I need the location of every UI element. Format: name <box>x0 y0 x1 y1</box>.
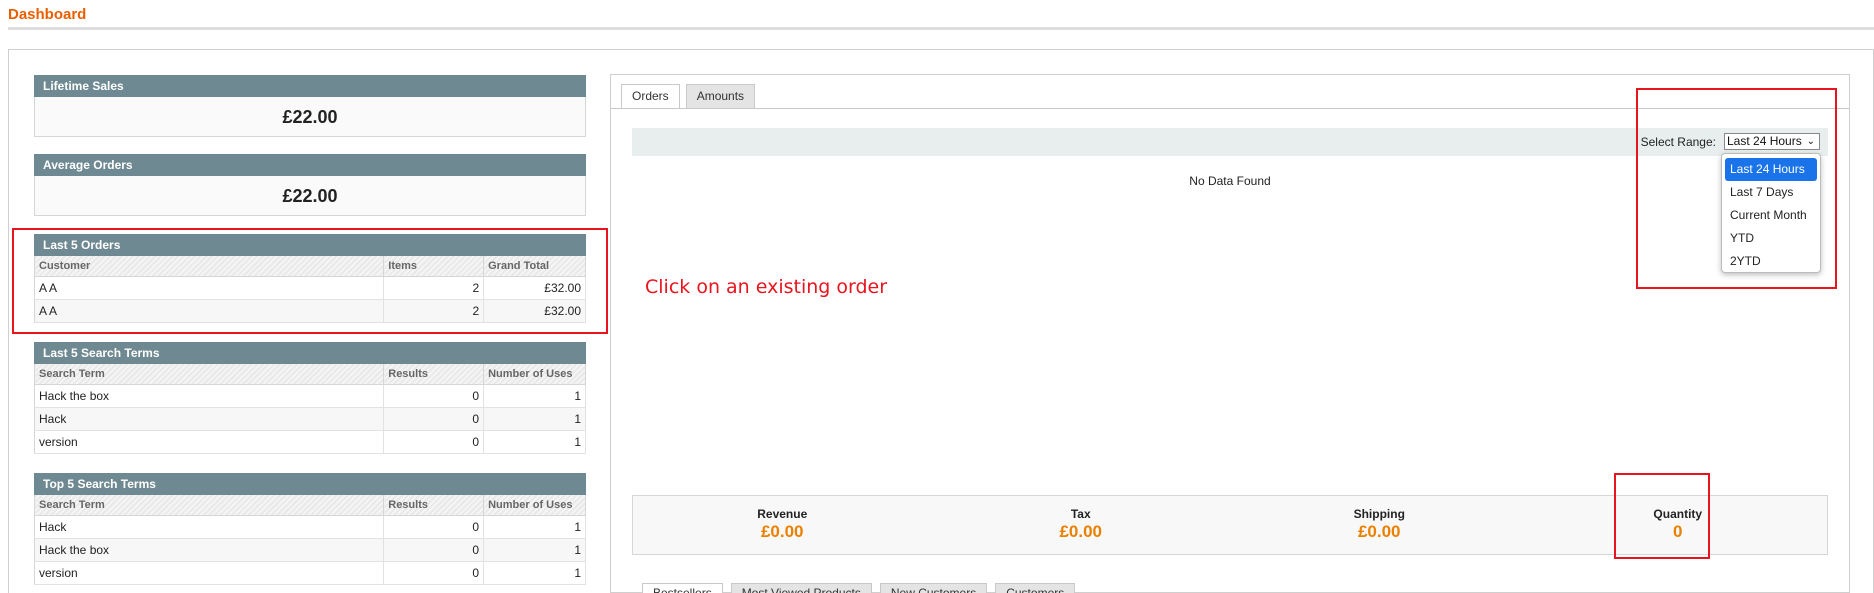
column-header-results[interactable]: Results <box>383 495 485 516</box>
chart-tabs: Orders Amounts <box>621 84 756 109</box>
search-row[interactable]: Hack 0 1 <box>34 515 586 539</box>
column-header-search-term[interactable]: Search Term <box>34 364 385 385</box>
total-revenue-label: Revenue <box>757 507 808 521</box>
average-orders-value: £22.00 <box>34 176 586 216</box>
search-uses: 1 <box>483 561 586 585</box>
tab-amounts[interactable]: Amounts <box>685 84 756 108</box>
search-uses: 1 <box>483 430 586 454</box>
search-term[interactable]: version <box>34 561 385 585</box>
annotation-text: Click on an existing order <box>645 276 888 298</box>
search-row[interactable]: Hack the box 0 1 <box>34 538 586 562</box>
average-orders-header: Average Orders <box>34 154 586 176</box>
tab-orders[interactable]: Orders <box>621 84 680 109</box>
column-header-results[interactable]: Results <box>383 364 485 385</box>
search-term[interactable]: Hack <box>34 515 385 539</box>
page-title: Dashboard <box>8 6 87 23</box>
tab-most-viewed-products[interactable]: Most Viewed Products <box>730 583 872 593</box>
search-term[interactable]: Hack the box <box>34 538 385 562</box>
tab-new-customers[interactable]: New Customers <box>879 583 988 593</box>
lifetime-sales-block: Lifetime Sales £22.00 <box>34 75 586 137</box>
total-shipping-value: £0.00 <box>1357 522 1401 541</box>
search-term[interactable]: Hack <box>34 407 385 431</box>
average-orders-block: Average Orders £22.00 <box>34 154 586 216</box>
total-tax-value: £0.00 <box>1059 522 1103 541</box>
last-search-terms-block: Last 5 Search Terms Search Term Results … <box>34 342 586 454</box>
search-row[interactable]: Hack 0 1 <box>34 407 586 431</box>
search-results: 0 <box>383 384 485 408</box>
search-results: 0 <box>383 407 485 431</box>
product-tabs: Bestsellers Most Viewed Products New Cus… <box>642 583 1076 593</box>
search-row[interactable]: version 0 1 <box>34 430 586 454</box>
total-shipping: Shipping £0.00 <box>1230 496 1529 554</box>
title-divider <box>8 27 1874 30</box>
total-tax-label: Tax <box>1070 507 1091 521</box>
tab-customers[interactable]: Customers <box>995 583 1076 593</box>
top-search-terms-table: Search Term Results Number of Uses Hack … <box>34 495 586 585</box>
total-shipping-label: Shipping <box>1353 507 1405 521</box>
search-results: 0 <box>383 515 485 539</box>
top-search-terms-block: Top 5 Search Terms Search Term Results N… <box>34 473 586 585</box>
top-search-terms-header: Top 5 Search Terms <box>34 473 586 495</box>
column-header-search-term[interactable]: Search Term <box>34 495 385 516</box>
total-tax: Tax £0.00 <box>932 496 1231 554</box>
search-term[interactable]: Hack the box <box>34 384 385 408</box>
tab-bestsellers[interactable]: Bestsellers <box>642 583 723 593</box>
highlight-range-select <box>1636 88 1837 289</box>
column-header-uses[interactable]: Number of Uses <box>483 364 586 385</box>
search-uses: 1 <box>483 407 586 431</box>
search-uses: 1 <box>483 538 586 562</box>
search-row[interactable]: version 0 1 <box>34 561 586 585</box>
total-revenue: Revenue £0.00 <box>633 496 932 554</box>
lifetime-sales-value: £22.00 <box>34 97 586 137</box>
highlight-last-orders <box>12 228 608 334</box>
search-results: 0 <box>383 430 485 454</box>
total-revenue-value: £0.00 <box>760 522 804 541</box>
lifetime-sales-header: Lifetime Sales <box>34 75 586 97</box>
search-uses: 1 <box>483 515 586 539</box>
last-search-terms-table: Search Term Results Number of Uses Hack … <box>34 364 586 454</box>
search-row[interactable]: Hack the box 0 1 <box>34 384 586 408</box>
highlight-quantity <box>1614 473 1710 559</box>
search-results: 0 <box>383 561 485 585</box>
search-uses: 1 <box>483 384 586 408</box>
column-header-uses[interactable]: Number of Uses <box>483 495 586 516</box>
last-search-terms-header: Last 5 Search Terms <box>34 342 586 364</box>
search-term[interactable]: version <box>34 430 385 454</box>
search-results: 0 <box>383 538 485 562</box>
